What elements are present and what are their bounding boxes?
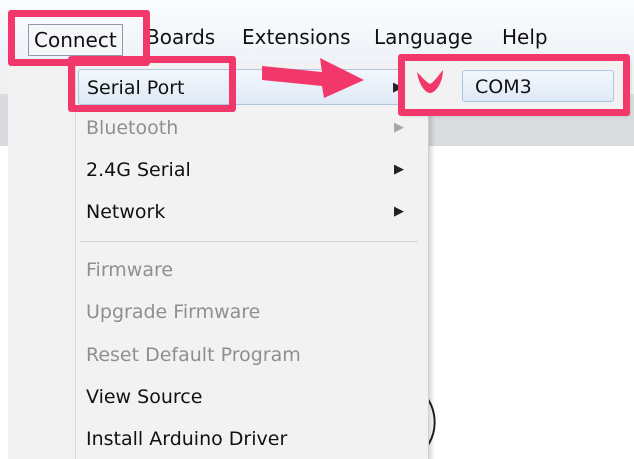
annotation-arrow-icon xyxy=(262,58,364,98)
